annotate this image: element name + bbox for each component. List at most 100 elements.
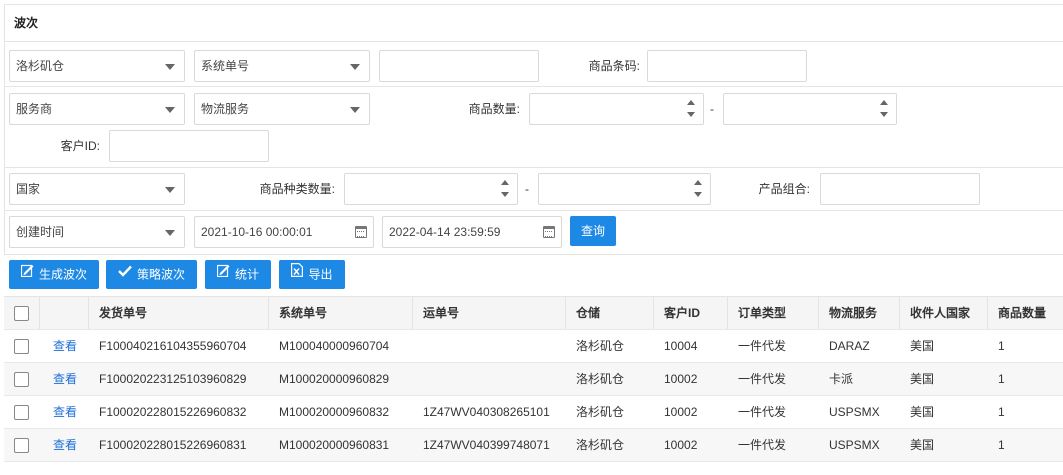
country-cell: 美国 bbox=[910, 438, 935, 452]
kind-from-input[interactable] bbox=[344, 173, 518, 205]
strategy-wave-label: 策略波次 bbox=[136, 267, 185, 282]
column-header: 运单号 bbox=[413, 297, 566, 329]
chevron-down-icon bbox=[350, 107, 360, 113]
system-no: M100020000960831 bbox=[279, 438, 390, 452]
tracking-no: 1Z47WV040399748071 bbox=[423, 438, 550, 452]
time-type-select[interactable]: 创建时间 bbox=[9, 216, 185, 248]
warehouse-select[interactable]: 洛杉矶仓 bbox=[9, 50, 185, 82]
order-no-type-select[interactable]: 系统单号 bbox=[194, 50, 370, 82]
date-from-value: 2021-10-16 00:00:01 bbox=[201, 225, 313, 239]
strategy-wave-button[interactable]: 策略波次 bbox=[106, 260, 197, 289]
order-no-input[interactable] bbox=[379, 50, 539, 82]
chevron-down-icon bbox=[350, 64, 360, 70]
query-button[interactable]: 查询 bbox=[570, 216, 616, 246]
warehouse-cell: 洛杉矶仓 bbox=[576, 438, 625, 452]
view-link[interactable]: 查看 bbox=[40, 396, 89, 428]
qty-cell: 1 bbox=[998, 438, 1005, 452]
view-link[interactable]: 查看 bbox=[40, 429, 89, 461]
panel-title: 波次 bbox=[4, 4, 1063, 42]
select-all-checkbox[interactable] bbox=[14, 306, 29, 321]
system-no: M100020000960829 bbox=[279, 372, 390, 386]
combo-label: 产品组合: bbox=[758, 182, 810, 196]
time-type-value: 创建时间 bbox=[16, 225, 65, 239]
generate-wave-button[interactable]: 生成波次 bbox=[9, 260, 99, 289]
country-select[interactable]: 国家 bbox=[9, 173, 185, 205]
calendar-icon[interactable] bbox=[355, 226, 367, 238]
table-row: 查看 F100020228015226960831 M1000200009608… bbox=[4, 429, 1063, 462]
customer-id-cell: 10002 bbox=[664, 405, 698, 419]
column-header: 商品数量 bbox=[998, 306, 1047, 320]
country-select-value: 国家 bbox=[16, 182, 41, 196]
tracking-no: 1Z47WV040308265101 bbox=[423, 405, 550, 419]
range-dash: - bbox=[525, 182, 529, 196]
kind-to-input[interactable] bbox=[538, 173, 711, 205]
logistics-cell: DARAZ bbox=[829, 339, 870, 353]
tracking-no bbox=[413, 330, 566, 362]
shipment-no: F100020228015226960831 bbox=[99, 438, 247, 452]
barcode-input[interactable] bbox=[647, 50, 807, 82]
calendar-icon[interactable] bbox=[543, 226, 555, 238]
spinner-icon[interactable] bbox=[501, 178, 511, 200]
logistics-select-value: 物流服务 bbox=[201, 102, 250, 116]
logistics-cell: USPSMX bbox=[829, 438, 880, 452]
date-from-input[interactable]: 2021-10-16 00:00:01 bbox=[194, 216, 374, 248]
customer-id-cell: 10002 bbox=[664, 438, 698, 452]
system-no: M100040000960704 bbox=[279, 339, 390, 353]
row-checkbox[interactable] bbox=[14, 405, 29, 420]
qty-label: 商品数量: bbox=[468, 102, 520, 116]
row-checkbox[interactable] bbox=[14, 438, 29, 453]
provider-select[interactable]: 服务商 bbox=[9, 93, 185, 125]
column-header: 物流服务 bbox=[819, 297, 900, 329]
barcode-label: 商品条码: bbox=[588, 59, 640, 73]
column-header: 收件人国家 bbox=[900, 297, 988, 329]
column-header: 订单类型 bbox=[728, 297, 819, 329]
order-type-cell: 一件代发 bbox=[738, 372, 787, 386]
column-header: 系统单号 bbox=[269, 297, 413, 329]
customer-id-cell: 10004 bbox=[664, 339, 698, 353]
kind-qty-label: 商品种类数量: bbox=[259, 182, 335, 196]
shipment-no: F100020228015226960832 bbox=[99, 405, 247, 419]
logistics-cell: 卡派 bbox=[829, 372, 854, 386]
qty-cell: 1 bbox=[998, 339, 1005, 353]
stats-button[interactable]: 统计 bbox=[205, 260, 271, 289]
row-select-cell bbox=[4, 363, 40, 395]
customer-id-cell: 10002 bbox=[664, 372, 698, 386]
warehouse-cell: 洛杉矶仓 bbox=[576, 372, 625, 386]
stats-label: 统计 bbox=[234, 267, 259, 282]
shipment-no: F100020223125103960829 bbox=[99, 372, 247, 386]
spinner-icon[interactable] bbox=[694, 178, 704, 200]
table-row: 查看 F100040216104355960704 M1000400009607… bbox=[4, 330, 1063, 363]
qty-from-input[interactable] bbox=[529, 93, 704, 125]
customer-label: 客户ID: bbox=[60, 139, 100, 153]
chevron-down-icon bbox=[165, 107, 175, 113]
select-all-cell bbox=[4, 297, 40, 329]
chevron-down-icon bbox=[165, 230, 175, 236]
excel-icon bbox=[291, 259, 304, 288]
table-header-row: 发货单号 系统单号 运单号 仓储 客户ID 订单类型 物流服务 收件人国家 商品… bbox=[4, 296, 1063, 330]
logistics-select[interactable]: 物流服务 bbox=[194, 93, 370, 125]
spinner-icon[interactable] bbox=[687, 98, 697, 120]
divider bbox=[4, 210, 1063, 211]
view-link[interactable]: 查看 bbox=[40, 330, 89, 362]
export-button[interactable]: 导出 bbox=[279, 260, 345, 289]
qty-to-input[interactable] bbox=[723, 93, 897, 125]
generate-wave-label: 生成波次 bbox=[38, 267, 87, 282]
qty-cell: 1 bbox=[998, 372, 1005, 386]
chevron-down-icon bbox=[165, 187, 175, 193]
row-checkbox[interactable] bbox=[14, 372, 29, 387]
customer-input[interactable] bbox=[109, 130, 269, 162]
edit-icon bbox=[216, 259, 230, 288]
column-header: 发货单号 bbox=[89, 297, 269, 329]
qty-cell: 1 bbox=[998, 405, 1005, 419]
combo-input[interactable] bbox=[820, 173, 980, 205]
tracking-no bbox=[413, 363, 566, 395]
system-no: M100020000960832 bbox=[279, 405, 390, 419]
row-checkbox[interactable] bbox=[14, 339, 29, 354]
row-select-cell bbox=[4, 429, 40, 461]
edit-icon bbox=[20, 259, 34, 288]
date-to-input[interactable]: 2022-04-14 23:59:59 bbox=[382, 216, 562, 248]
order-no-type-value: 系统单号 bbox=[201, 59, 250, 73]
spinner-icon[interactable] bbox=[880, 98, 890, 120]
country-cell: 美国 bbox=[910, 339, 935, 353]
view-link[interactable]: 查看 bbox=[40, 363, 89, 395]
